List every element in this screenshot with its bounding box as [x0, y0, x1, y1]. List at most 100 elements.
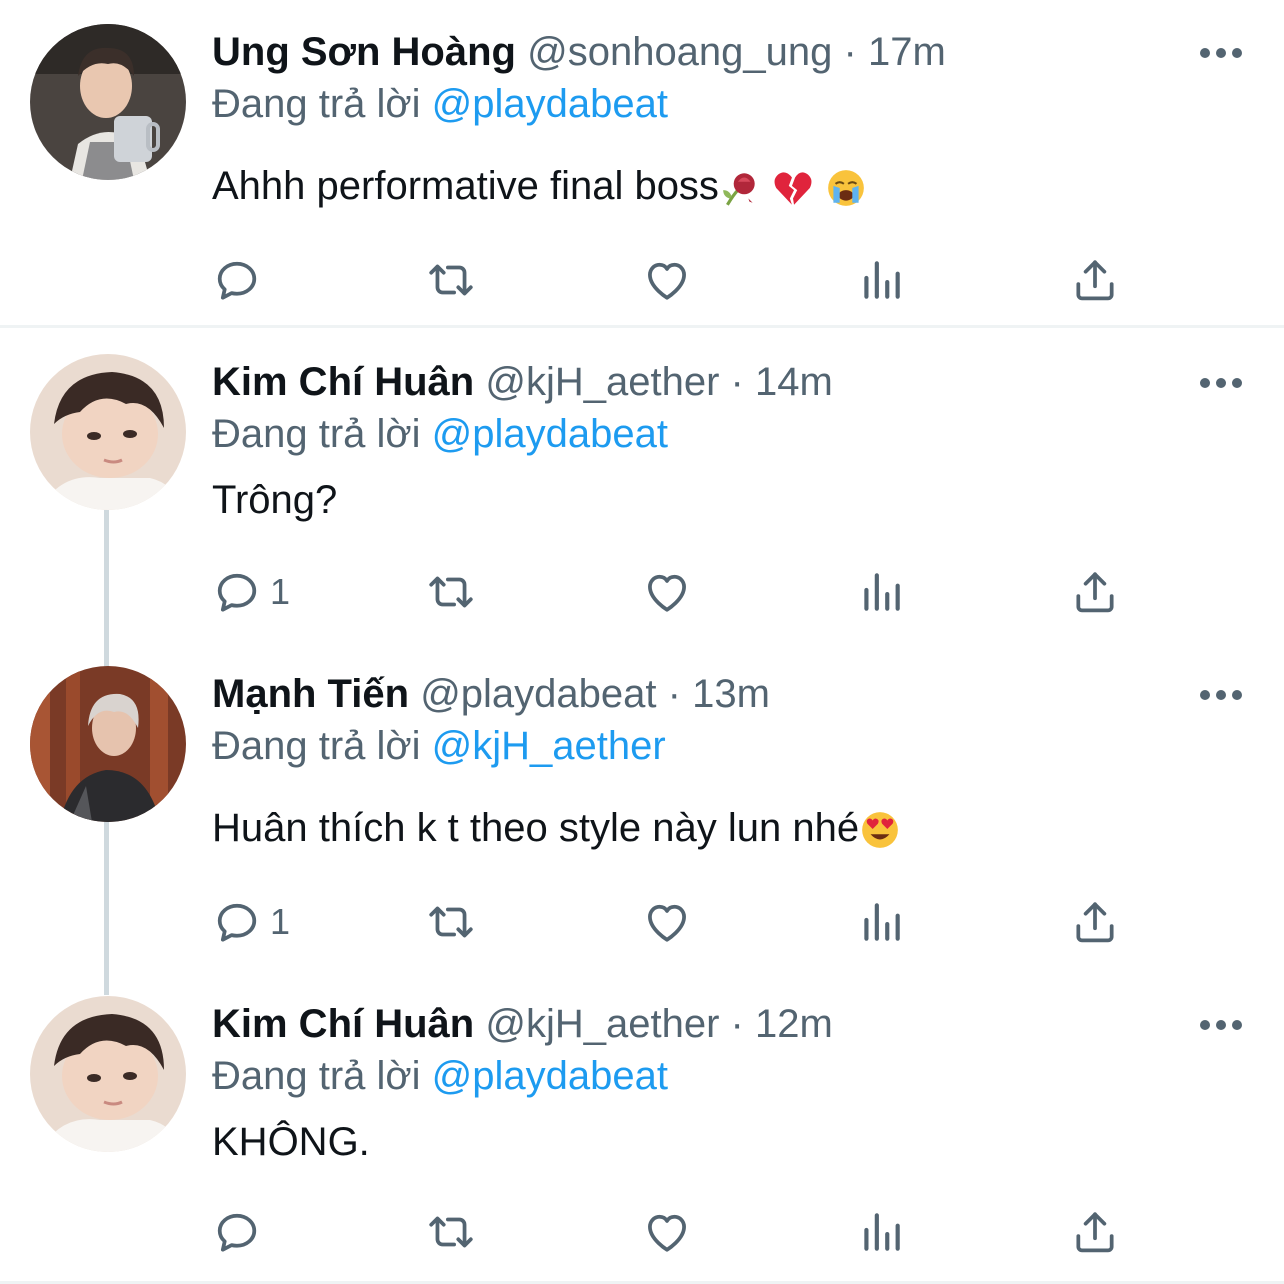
tweet[interactable]: Kim Chí Huân @kjH_aether · 12m Đang trả … [0, 994, 1284, 1284]
timestamp[interactable]: 17m [868, 30, 946, 74]
retweet-icon [426, 1207, 476, 1257]
views-button[interactable] [856, 250, 906, 310]
share-icon [1070, 1207, 1120, 1257]
user-handle[interactable]: @kjH_aether [485, 360, 719, 404]
reply-count: 1 [270, 901, 291, 942]
tweet[interactable]: Kim Chí Huân @kjH_aether · 14m Đang trả … [0, 352, 1284, 652]
reply-button[interactable]: 1 [212, 562, 290, 622]
action-bar [0, 1202, 1284, 1262]
replying-to-label: Đang trả lời [212, 412, 421, 456]
bar-chart-icon [856, 897, 906, 947]
heart-icon [642, 897, 692, 947]
reply-button[interactable] [212, 1202, 270, 1262]
separator-dot: · [730, 360, 744, 404]
retweet-button[interactable] [426, 892, 476, 952]
retweet-button[interactable] [426, 1202, 476, 1262]
reply-icon [212, 1207, 262, 1257]
replying-to: Đang trả lời @playdabeat [212, 404, 668, 464]
reply-icon [212, 567, 262, 617]
user-handle[interactable]: @playdabeat [420, 672, 656, 716]
views-button[interactable] [856, 1202, 906, 1262]
more-options-icon[interactable] [1196, 38, 1246, 68]
heart-icon [642, 567, 692, 617]
tweet-text-content: Huân thích k t theo style này lun nhé [212, 806, 860, 850]
broken-heart-emoji [772, 167, 814, 209]
timestamp[interactable]: 14m [755, 360, 833, 404]
heart-icon [642, 255, 692, 305]
user-handle[interactable]: @sonhoang_ung [527, 30, 832, 74]
tweet-text-content: Ahhh performative final boss [212, 164, 719, 208]
retweet-icon [426, 255, 476, 305]
tweet-header: Mạnh Tiến @playdabeat · 13m [212, 664, 770, 724]
share-icon [1070, 255, 1120, 305]
display-name[interactable]: Ung Sơn Hoàng [212, 30, 516, 74]
tweet[interactable]: Ung Sơn Hoàng @sonhoang_ung · 17m Đang t… [0, 22, 1284, 322]
tweet-header: Kim Chí Huân @kjH_aether · 12m [212, 994, 833, 1054]
tweet-text: Ahhh performative final boss [212, 164, 867, 209]
retweet-icon [426, 567, 476, 617]
display-name[interactable]: Mạnh Tiến [212, 672, 409, 716]
heart-eyes-face-emoji [859, 809, 901, 851]
reply-button[interactable]: 1 [212, 892, 290, 952]
like-button[interactable] [642, 250, 692, 310]
reply-button[interactable] [212, 250, 270, 310]
more-options-icon[interactable] [1196, 680, 1246, 710]
display-name[interactable]: Kim Chí Huân [212, 1002, 474, 1046]
retweet-button[interactable] [426, 562, 476, 622]
replying-to: Đang trả lời @kjH_aether [212, 716, 666, 776]
reply-icon [212, 897, 262, 947]
avatar[interactable] [30, 666, 186, 822]
reply-icon [212, 255, 262, 305]
reply-count: 1 [270, 571, 291, 612]
share-button[interactable] [1070, 562, 1120, 622]
avatar[interactable] [30, 24, 186, 180]
more-options-icon[interactable] [1196, 1010, 1246, 1040]
timestamp[interactable]: 13m [692, 672, 770, 716]
retweet-button[interactable] [426, 250, 476, 310]
tweet-text: KHÔNG. [212, 1120, 370, 1164]
separator-dot: · [843, 30, 857, 74]
more-options-icon[interactable] [1196, 368, 1246, 398]
replying-to-label: Đang trả lời [212, 724, 421, 768]
mention-link[interactable]: @playdabeat [432, 1054, 668, 1098]
tweet-text: Trông? [212, 478, 338, 522]
replying-to-label: Đang trả lời [212, 82, 421, 126]
action-bar: 1 [0, 892, 1284, 952]
mention-link[interactable]: @playdabeat [432, 82, 668, 126]
loudly-crying-face-emoji [825, 167, 867, 209]
share-button[interactable] [1070, 1202, 1120, 1262]
user-handle[interactable]: @kjH_aether [485, 1002, 719, 1046]
heart-icon [642, 1207, 692, 1257]
replying-to-label: Đang trả lời [212, 1054, 421, 1098]
views-button[interactable] [856, 562, 906, 622]
like-button[interactable] [642, 562, 692, 622]
share-icon [1070, 897, 1120, 947]
avatar[interactable] [30, 996, 186, 1152]
action-bar [0, 250, 1284, 310]
tweet-text: Huân thích k t theo style này lun nhé [212, 806, 901, 851]
divider [0, 325, 1284, 328]
tweet-header: Kim Chí Huân @kjH_aether · 14m [212, 352, 833, 412]
mention-link[interactable]: @playdabeat [432, 412, 668, 456]
tweet-header: Ung Sơn Hoàng @sonhoang_ung · 17m [212, 22, 946, 82]
like-button[interactable] [642, 892, 692, 952]
mention-link[interactable]: @kjH_aether [432, 724, 666, 768]
share-button[interactable] [1070, 250, 1120, 310]
tweet[interactable]: Mạnh Tiến @playdabeat · 13m Đang trả lời… [0, 664, 1284, 964]
timestamp[interactable]: 12m [755, 1002, 833, 1046]
bar-chart-icon [856, 567, 906, 617]
avatar[interactable] [30, 354, 186, 510]
share-button[interactable] [1070, 892, 1120, 952]
action-bar: 1 [0, 562, 1284, 622]
replying-to: Đang trả lời @playdabeat [212, 74, 668, 134]
replying-to: Đang trả lời @playdabeat [212, 1046, 668, 1106]
display-name[interactable]: Kim Chí Huân [212, 360, 474, 404]
retweet-icon [426, 897, 476, 947]
wilted-rose-emoji [719, 167, 761, 209]
like-button[interactable] [642, 1202, 692, 1262]
views-button[interactable] [856, 892, 906, 952]
separator-dot: · [667, 672, 681, 716]
share-icon [1070, 567, 1120, 617]
bar-chart-icon [856, 255, 906, 305]
bar-chart-icon [856, 1207, 906, 1257]
